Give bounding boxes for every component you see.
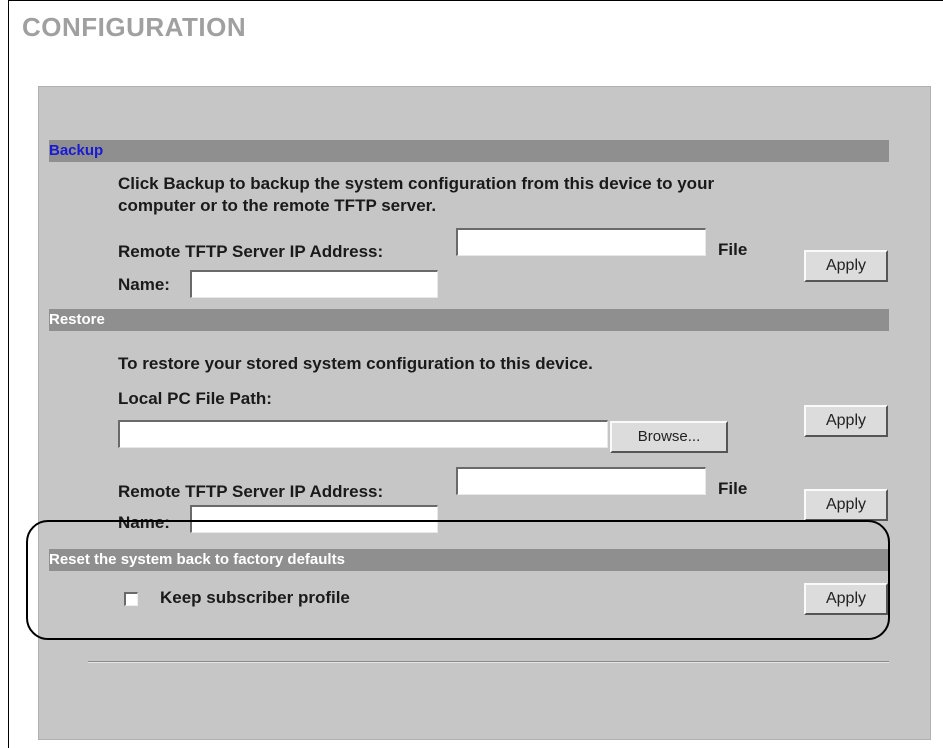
restore-description: To restore your stored system configurat… (118, 354, 593, 373)
restore-section-header: Restore (49, 309, 889, 331)
restore-local-path-label: Local PC File Path: (118, 389, 272, 408)
bottom-divider (88, 661, 889, 663)
restore-tftp-ip-input[interactable] (456, 467, 706, 495)
backup-section-header: Backup (49, 140, 889, 162)
backup-tftp-ip-input[interactable] (456, 228, 706, 256)
backup-file-name-input[interactable] (190, 270, 438, 298)
backup-description-line1: Click Backup to backup the system config… (118, 174, 715, 193)
backup-tftp-label: Remote TFTP Server IP Address: (118, 242, 384, 261)
browse-button[interactable]: Browse... (610, 421, 728, 453)
backup-header-label: Backup (49, 142, 104, 159)
restore-header-label: Restore (49, 311, 105, 328)
restore-local-path-input[interactable] (118, 420, 608, 448)
backup-name-label: Name: (118, 275, 170, 294)
backup-apply-button[interactable]: Apply (804, 250, 888, 282)
restore-file-label: File (718, 479, 748, 498)
backup-file-label: File (718, 240, 748, 259)
backup-description-line2: computer or to the remote TFTP server. (118, 196, 437, 215)
reset-highlight-outline (26, 520, 890, 640)
restore-tftp-apply-button[interactable]: Apply (804, 489, 888, 521)
restore-local-apply-button[interactable]: Apply (804, 405, 888, 437)
restore-tftp-label: Remote TFTP Server IP Address: (118, 482, 384, 501)
page-title: CONFIGURATION (22, 12, 247, 42)
